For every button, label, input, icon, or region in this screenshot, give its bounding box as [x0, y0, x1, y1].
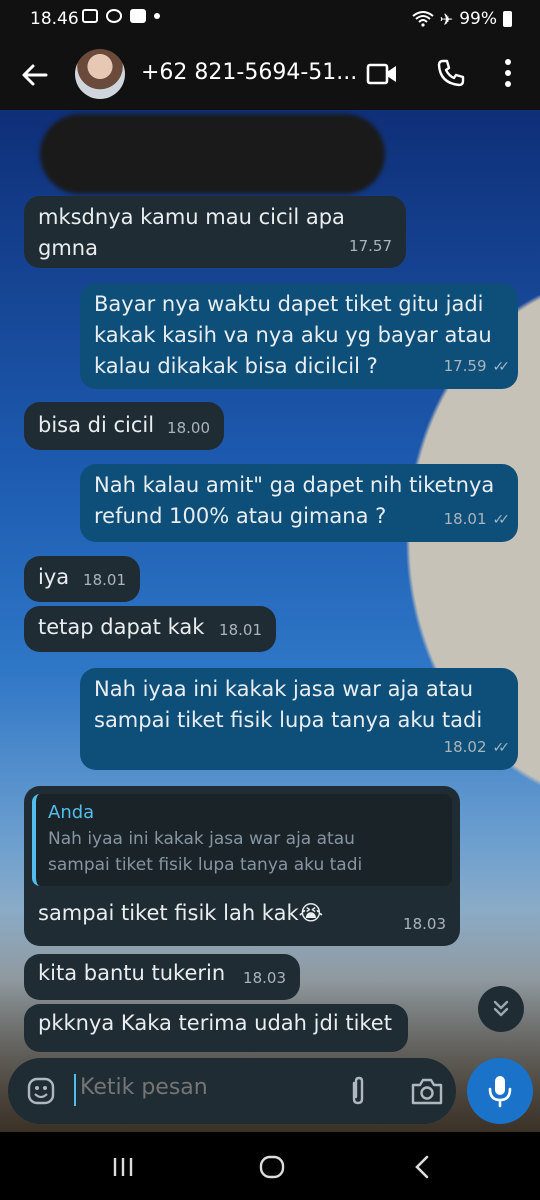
text-caret [74, 1074, 76, 1106]
whatsapp-icon [106, 9, 122, 23]
emoji-icon[interactable] [26, 1076, 56, 1106]
message-time: 18.02 [443, 738, 487, 756]
quoted-message[interactable]: Anda Nah iyaa ini kakak jasa war aja ata… [32, 794, 452, 886]
redacted-message [40, 114, 385, 194]
message-text: Nah iyaa ini kakak jasa war aja atau sam… [94, 677, 483, 732]
airplane-icon: ✈ [439, 9, 454, 29]
mic-button[interactable] [467, 1058, 533, 1124]
read-ticks-icon: ✓✓ [492, 512, 511, 528]
message-incoming[interactable]: tetap dapat kak 18.01 [24, 606, 276, 652]
message-time-wrap: 17.59 ✓✓ [443, 351, 511, 383]
battery-icon [503, 11, 512, 27]
message-incoming[interactable]: pkknya Kaka terima udah jdi tiket [24, 1004, 408, 1052]
message-text: Bayar nya waktu dapet tiket gitu jadi ka… [94, 292, 492, 378]
system-icons: ✈ 99% [412, 9, 512, 29]
notification-icons [82, 9, 160, 23]
quote-author: Anda [48, 802, 95, 823]
message-text: pkknya Kaka terima udah jdi tiket [38, 1011, 392, 1035]
recent-apps-icon[interactable] [108, 1152, 138, 1182]
attach-icon[interactable] [346, 1075, 370, 1107]
camera-icon[interactable] [410, 1076, 444, 1106]
message-incoming[interactable]: bisa di cicil 18.00 [24, 402, 224, 450]
more-vert-icon[interactable] [500, 56, 516, 90]
scroll-down-button[interactable] [478, 986, 524, 1032]
contact-name[interactable]: +62 821-5694-51... [141, 60, 357, 85]
message-composer[interactable] [8, 1058, 456, 1124]
status-bar: 18.46 ✈ 99% [0, 0, 540, 40]
more-notifications-dot [154, 13, 160, 19]
message-time: 18.01 [219, 621, 262, 639]
youtube-icon [130, 9, 146, 23]
message-time: 18.00 [167, 419, 210, 437]
message-outgoing[interactable]: Bayar nya waktu dapet tiket gitu jadi ka… [80, 283, 518, 389]
gallery-icon [82, 9, 98, 23]
mic-icon [488, 1076, 512, 1108]
message-time: 17.57 [349, 237, 392, 255]
nav-back-icon[interactable] [408, 1152, 438, 1182]
message-time-wrap: 18.01 ✓✓ [443, 504, 511, 536]
message-incoming-reply[interactable]: Anda Nah iyaa ini kakak jasa war aja ata… [24, 786, 460, 946]
message-incoming[interactable]: iya 18.01 [24, 556, 140, 602]
message-outgoing[interactable]: Nah iyaa ini kakak jasa war aja atau sam… [80, 668, 518, 770]
wifi-icon [412, 11, 434, 27]
message-outgoing[interactable]: Nah kalau amit" ga dapet nih tiketnya re… [80, 464, 518, 542]
message-text: sampai tiket fisik lah kak😭 [38, 901, 324, 925]
message-time: 18.01 [443, 510, 487, 528]
message-input[interactable] [78, 1074, 332, 1101]
avatar[interactable] [75, 49, 125, 99]
back-arrow-icon[interactable] [18, 58, 52, 92]
message-time-wrap: 18.02 ✓✓ [443, 732, 511, 764]
message-text: Nah kalau amit" ga dapet nih tiketnya re… [94, 473, 495, 528]
system-nav-bar [0, 1132, 540, 1200]
message-time: 18.01 [83, 571, 126, 589]
quote-text: Nah iyaa ini kakak jasa war aja atau sam… [48, 829, 363, 875]
message-time: 18.03 [403, 915, 446, 933]
read-ticks-icon: ✓✓ [492, 359, 511, 375]
message-time: 18.03 [243, 969, 286, 987]
chat-header: +62 821-5694-51... [0, 40, 540, 110]
scroll-down-icon [493, 1000, 509, 1017]
battery-level: 99% [459, 9, 497, 29]
phone-icon[interactable] [436, 58, 466, 88]
home-icon[interactable] [257, 1152, 287, 1182]
status-time: 18.46 [30, 9, 79, 29]
message-incoming[interactable]: mksdnya kamu mau cicil apa gmna 17.57 [24, 196, 406, 268]
read-ticks-icon: ✓✓ [492, 740, 511, 756]
message-time: 17.59 [443, 357, 487, 375]
message-incoming[interactable]: kita bantu tukerin 18.03 [24, 954, 300, 1000]
video-call-icon[interactable] [366, 60, 398, 88]
message-text: mksdnya kamu mau cicil apa gmna [38, 205, 345, 260]
